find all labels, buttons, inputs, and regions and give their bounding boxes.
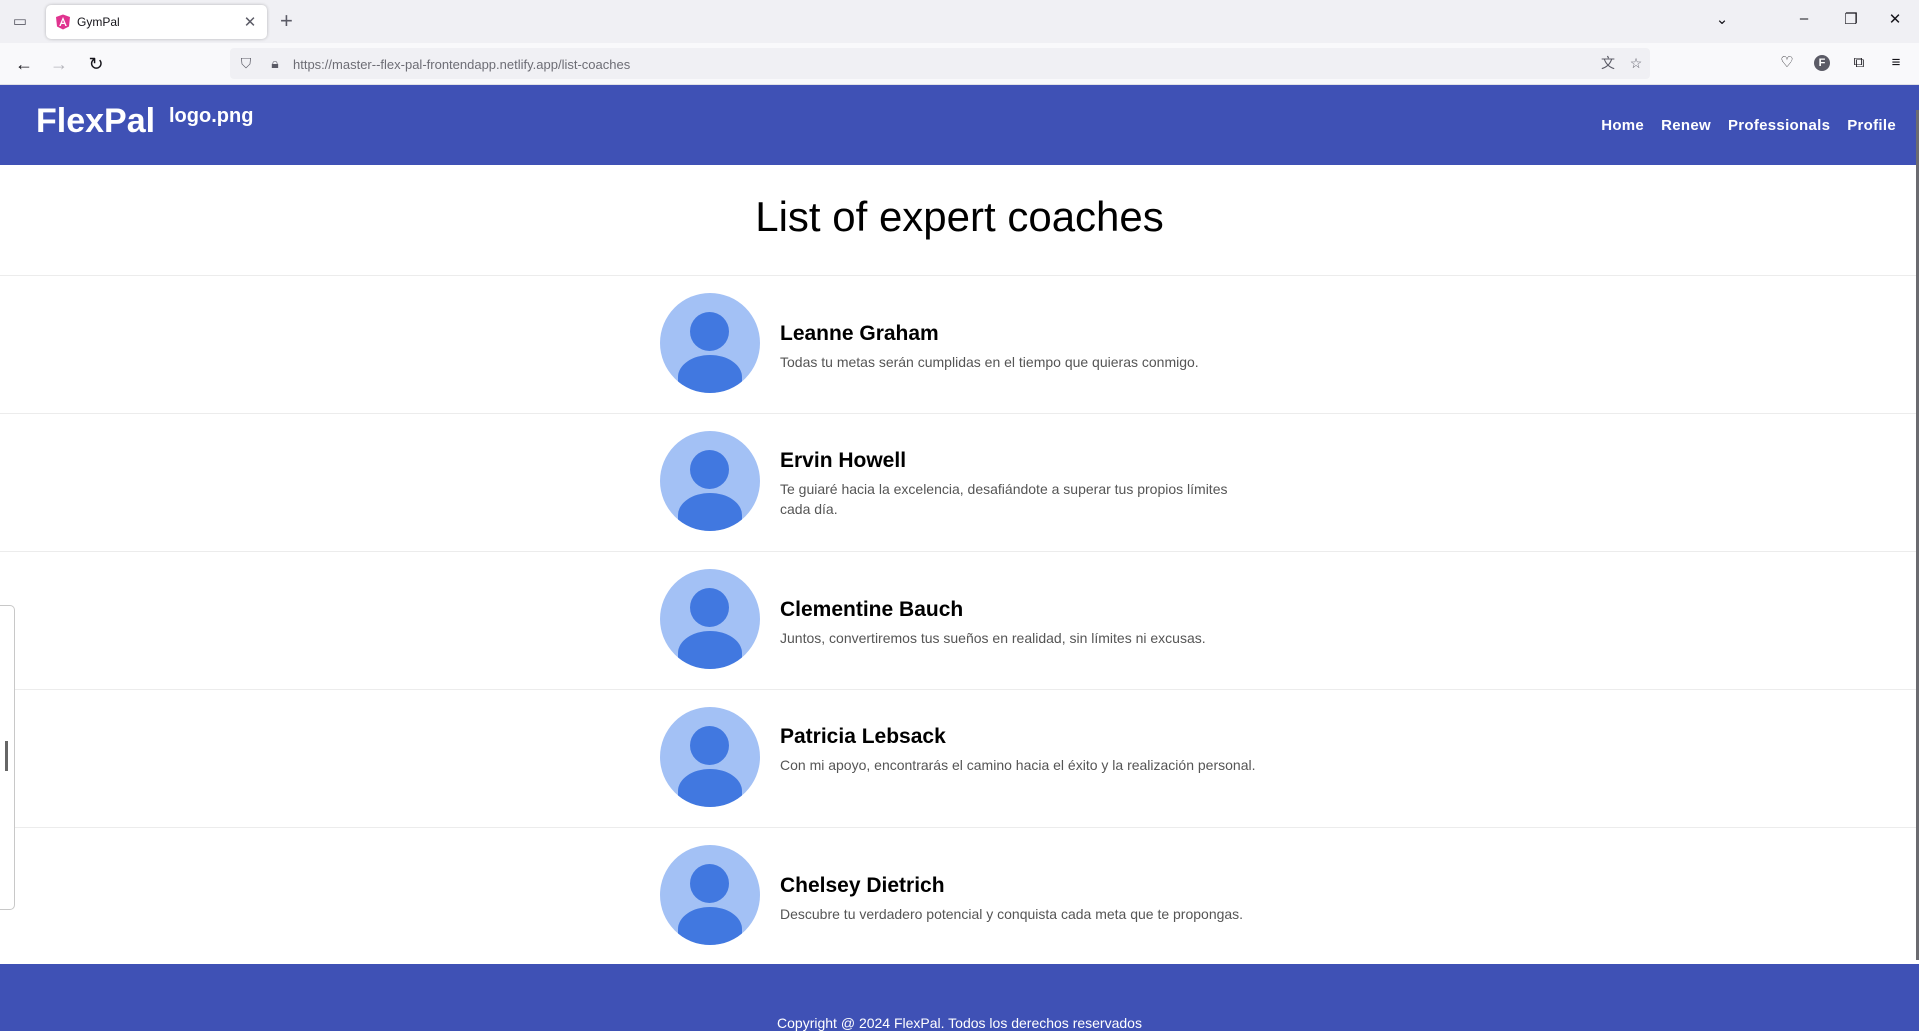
tab-overflow-chevron-icon[interactable]: ⌄ [1712, 10, 1732, 28]
pocket-icon[interactable]: ♡ [1777, 53, 1797, 73]
coach-list-item[interactable]: Ervin Howell Te guiaré hacia la excelenc… [0, 414, 1919, 552]
browser-toolbar: ← → ↻ ⛉ 🔒︎ https://master--flex-pal-fron… [0, 43, 1919, 85]
coach-description: Descubre tu verdadero potencial y conqui… [780, 906, 1244, 922]
coach-name: Clementine Bauch [780, 598, 964, 621]
coach-description: Con mi apoyo, encontrarás el camino haci… [780, 757, 1256, 773]
account-avatar-icon[interactable]: F [1814, 55, 1830, 71]
bookmark-star-icon[interactable]: ☆ [1628, 55, 1644, 71]
nav-professionals[interactable]: Professionals [1728, 117, 1830, 134]
nav-home[interactable]: Home [1601, 117, 1644, 134]
coach-info: Leanne Graham Todas tu metas serán cumpl… [780, 322, 1260, 372]
avatar-icon [660, 293, 760, 393]
back-arrow-icon[interactable]: ← [13, 53, 35, 75]
reload-icon[interactable]: ↻ [85, 53, 107, 75]
url-host: https://master--flex-pal-frontendapp.net… [293, 57, 558, 72]
extensions-icon[interactable]: ⧉ [1849, 53, 1869, 73]
coach-list-item[interactable]: Patricia Lebsack Con mi apoyo, encontrar… [0, 690, 1919, 828]
logo-image-alt: logo.png [169, 105, 254, 127]
coach-info: Ervin Howell Te guiaré hacia la excelenc… [780, 449, 1260, 519]
coach-description: Todas tu metas serán cumplidas en el tie… [780, 354, 1199, 370]
footer-copyright: Copyright @ 2024 FlexPal. Todos los dere… [777, 1015, 1142, 1031]
url-text[interactable]: https://master--flex-pal-frontendapp.net… [293, 57, 630, 72]
tracking-shield-icon[interactable]: ⛉ [238, 55, 254, 71]
avatar-icon [660, 569, 760, 669]
tab-list-icon[interactable]: ▭ [10, 12, 30, 32]
new-tab-icon[interactable]: + [280, 9, 293, 33]
coach-description: Juntos, convertiremos tus sueños en real… [780, 630, 1206, 646]
restore-icon[interactable]: ❐ [1841, 10, 1861, 28]
browser-tab-bar: ▭ GymPal ✕ + ⌄ – ❐ ✕ [0, 0, 1919, 43]
avatar-icon [660, 431, 760, 531]
nav-profile[interactable]: Profile [1847, 117, 1896, 134]
nav-renew[interactable]: Renew [1661, 117, 1711, 134]
tab-title: GymPal [77, 15, 120, 29]
site-header: FlexPal logo.png Home Renew Professional… [0, 85, 1919, 165]
page-title: List of expert coaches [755, 193, 1164, 240]
coach-description: Te guiaré hacia la excelencia, desafiánd… [780, 481, 1228, 517]
site-footer: Copyright @ 2024 FlexPal. Todos los dere… [0, 964, 1919, 1031]
forward-arrow-icon[interactable]: → [48, 53, 70, 75]
coach-info: Chelsey Dietrich Descubre tu verdadero p… [780, 874, 1260, 924]
avatar-icon [660, 707, 760, 807]
angular-favicon-icon [56, 14, 70, 30]
translate-icon[interactable]: 文 [1600, 55, 1616, 71]
browser-tab[interactable]: GymPal ✕ [46, 5, 267, 39]
coach-info: Patricia Lebsack Con mi apoyo, encontrar… [780, 725, 1260, 775]
avatar-icon [660, 845, 760, 945]
coach-name: Chelsey Dietrich [780, 874, 945, 897]
coach-info: Clementine Bauch Juntos, convertiremos t… [780, 598, 1260, 648]
url-path: /list-coaches [557, 57, 631, 72]
coach-list-item[interactable]: Leanne Graham Todas tu metas serán cumpl… [0, 276, 1919, 414]
close-window-icon[interactable]: ✕ [1885, 10, 1905, 28]
coach-name: Patricia Lebsack [780, 725, 946, 748]
coach-list-item[interactable]: Chelsey Dietrich Descubre tu verdadero p… [0, 828, 1919, 965]
tab-close-icon[interactable]: ✕ [241, 13, 259, 31]
menu-hamburger-icon[interactable]: ≡ [1886, 53, 1906, 73]
coach-name: Leanne Graham [780, 322, 939, 345]
drag-grip-icon[interactable] [5, 741, 8, 771]
coach-name: Ervin Howell [780, 449, 907, 472]
main-nav: Home Renew Professionals Profile [1601, 117, 1896, 134]
url-bar[interactable]: ⛉ 🔒︎ https://master--flex-pal-frontendap… [230, 48, 1650, 79]
coach-list-item[interactable]: Clementine Bauch Juntos, convertiremos t… [0, 552, 1919, 690]
coach-list: Leanne Graham Todas tu metas serán cumpl… [0, 276, 1919, 965]
minimize-icon[interactable]: – [1794, 10, 1814, 27]
brand-name[interactable]: FlexPal [36, 102, 155, 141]
lock-icon[interactable]: 🔒︎ [267, 55, 283, 71]
